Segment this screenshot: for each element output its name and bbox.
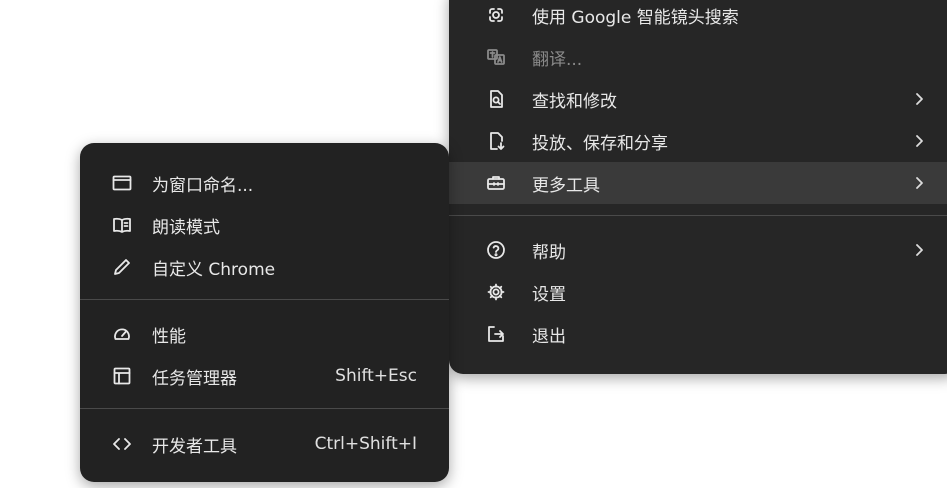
settings-gear-icon: [486, 282, 506, 302]
chevron-right-icon: [912, 243, 926, 257]
chevron-right-icon: [912, 134, 926, 148]
menu-divider: [449, 215, 947, 216]
menu-item-find-and-edit[interactable]: 查找和修改: [449, 78, 947, 120]
menu-item-label: 退出: [532, 326, 566, 347]
cast-save-share-icon: [486, 131, 506, 151]
chrome-main-menu: 使用 Google 智能镜头搜索 翻译... 查找和修改 投放、保存和分享 更多…: [449, 0, 947, 374]
menu-item-help[interactable]: 帮助: [449, 229, 947, 271]
menu-item-label: 性能: [152, 326, 186, 347]
menu-item-name-window[interactable]: 为窗口命名...: [80, 162, 449, 204]
more-tools-submenu: 为窗口命名... 朗读模式 自定义 Chrome 性能 任务管理器 Shift+…: [80, 143, 449, 482]
google-lens-icon: [486, 5, 506, 25]
pencil-icon: [112, 257, 132, 277]
menu-item-label: 自定义 Chrome: [152, 259, 276, 280]
menu-item-developer-tools[interactable]: 开发者工具 Ctrl+Shift+I: [80, 423, 449, 465]
menu-item-task-manager[interactable]: 任务管理器 Shift+Esc: [80, 355, 449, 397]
menu-item-cast-save-share[interactable]: 投放、保存和分享: [449, 120, 947, 162]
exit-icon: [486, 324, 506, 344]
menu-item-google-lens[interactable]: 使用 Google 智能镜头搜索: [449, 0, 947, 36]
gauge-icon: [112, 324, 132, 344]
menu-item-label: 查找和修改: [532, 91, 617, 112]
menu-item-exit[interactable]: 退出: [449, 313, 947, 355]
menu-item-label: 设置: [532, 284, 566, 305]
menu-item-label: 任务管理器: [152, 368, 237, 389]
menu-divider: [80, 408, 449, 409]
menu-item-reading-mode[interactable]: 朗读模式: [80, 204, 449, 246]
menu-divider: [80, 299, 449, 300]
menu-item-label: 为窗口命名...: [152, 175, 254, 196]
menu-item-customize-chrome[interactable]: 自定义 Chrome: [80, 246, 449, 288]
find-icon: [486, 89, 506, 109]
menu-item-label: 开发者工具: [152, 436, 237, 457]
menu-item-more-tools[interactable]: 更多工具: [449, 162, 947, 204]
menu-item-label: 帮助: [532, 242, 566, 263]
help-icon: [486, 240, 506, 260]
chevron-right-icon: [912, 176, 926, 190]
menu-item-performance[interactable]: 性能: [80, 313, 449, 355]
menu-item-label: 翻译...: [532, 49, 583, 70]
translate-icon: [486, 47, 506, 67]
menu-item-label: 使用 Google 智能镜头搜索: [532, 7, 739, 28]
toolbox-icon: [486, 173, 506, 193]
menu-item-settings[interactable]: 设置: [449, 271, 947, 313]
chevron-right-icon: [912, 92, 926, 106]
shortcut-label: Shift+Esc: [335, 366, 417, 386]
shortcut-label: Ctrl+Shift+I: [314, 434, 417, 454]
code-brackets-icon: [112, 434, 132, 454]
menu-item-translate[interactable]: 翻译...: [449, 36, 947, 78]
task-manager-icon: [112, 366, 132, 386]
menu-item-label: 朗读模式: [152, 217, 220, 238]
menu-item-label: 投放、保存和分享: [532, 133, 668, 154]
reading-book-icon: [112, 215, 132, 235]
window-icon: [112, 173, 132, 193]
menu-item-label: 更多工具: [532, 175, 600, 196]
